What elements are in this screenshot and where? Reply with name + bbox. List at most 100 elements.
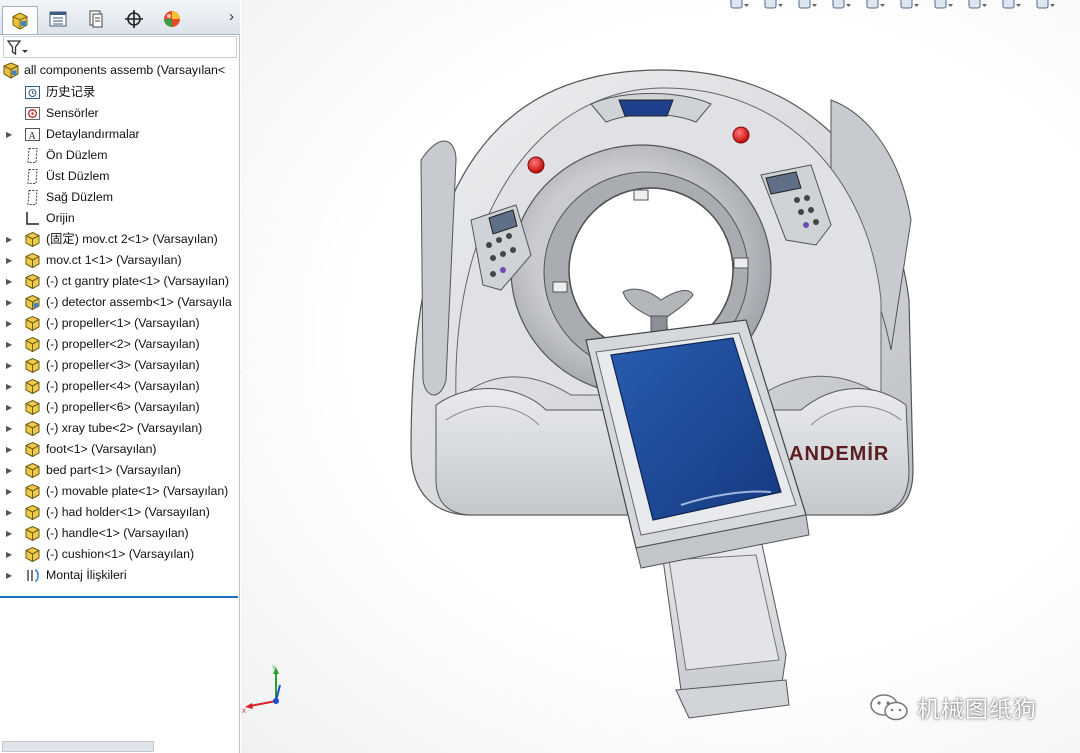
- tree-item-label: Montaj İlişkileri: [46, 568, 127, 582]
- expand-arrow-icon[interactable]: ▶: [6, 460, 14, 481]
- tree-item-label: (-) propeller<3> (Varsayılan): [46, 358, 200, 372]
- brand-label: ANDEMİR: [789, 442, 889, 465]
- tree-item-label: (-) xray tube<2> (Varsayılan): [46, 421, 203, 435]
- tree-item-label: Ön Düzlem: [46, 148, 108, 162]
- expand-arrow-icon[interactable]: ▶: [6, 334, 14, 355]
- tree-item[interactable]: ▶ (-) propeller<4> (Varsayılan): [0, 376, 240, 397]
- tree-item-label: Detaylandırmalar: [46, 127, 140, 141]
- tree-item[interactable]: ▶ (-) ct gantry plate<1> (Varsayılan): [0, 271, 240, 292]
- tree-item-label: 历史记录: [46, 85, 96, 99]
- tab-configuration-manager[interactable]: [78, 6, 114, 32]
- tree-item[interactable]: Ön Düzlem: [0, 145, 240, 166]
- expand-arrow-icon[interactable]: ▶: [6, 565, 14, 586]
- tree-item[interactable]: ▶ (-) movable plate<1> (Varsayılan): [0, 481, 240, 502]
- chevron-right-icon[interactable]: ›: [229, 8, 234, 25]
- part-icon: [25, 546, 40, 563]
- tab-display-manager[interactable]: [154, 6, 190, 32]
- tree-item[interactable]: ▶ foot<1> (Varsayılan): [0, 439, 240, 460]
- expand-arrow-icon[interactable]: ▶: [6, 544, 14, 565]
- tree-item[interactable]: ▶ Montaj İlişkileri: [0, 565, 240, 586]
- tree-item-label: (-) propeller<6> (Varsayılan): [46, 400, 200, 414]
- subassembly-icon: [25, 294, 40, 311]
- tree-item[interactable]: ▶ (-) propeller<3> (Varsayılan): [0, 355, 240, 376]
- annotation-icon: A: [25, 128, 40, 142]
- tree-item-label: (-) propeller<2> (Varsayılan): [46, 337, 200, 351]
- history-icon: [25, 86, 40, 99]
- tree-item[interactable]: ▶ A Detaylandırmalar: [0, 124, 240, 145]
- origin-icon: [26, 212, 39, 225]
- graphics-area[interactable]: ANDEMİR Y X 机械图纸狗: [241, 0, 1080, 753]
- tree-root[interactable]: all components assemb (Varsayılan<: [0, 60, 240, 81]
- svg-text:X: X: [242, 709, 246, 715]
- feature-manager-panel: › all components assemb (Varsayılan< 历史记…: [0, 0, 240, 753]
- expand-arrow-icon[interactable]: ▶: [6, 229, 14, 250]
- filter-icon: [7, 40, 28, 56]
- tree-item[interactable]: ▶ (-) detector assemb<1> (Varsayıla: [0, 292, 240, 313]
- tree-filter-bar[interactable]: [3, 36, 237, 58]
- tree-item-label: Sağ Düzlem: [46, 190, 113, 204]
- tree-item[interactable]: ▶ (-) had holder<1> (Varsayılan): [0, 502, 240, 523]
- plane-icon: [27, 169, 38, 184]
- part-icon: [25, 273, 40, 290]
- expand-arrow-icon[interactable]: ▶: [6, 439, 14, 460]
- tree-item[interactable]: ▶ (-) propeller<2> (Varsayılan): [0, 334, 240, 355]
- tree-item-label: Orijin: [46, 211, 75, 225]
- tree-item[interactable]: Orijin: [0, 208, 240, 229]
- svg-text:A: A: [29, 131, 37, 142]
- expand-arrow-icon[interactable]: ▶: [6, 397, 14, 418]
- part-icon: [25, 315, 40, 332]
- tab-property-manager[interactable]: [40, 6, 76, 32]
- crosshair-icon: [125, 10, 143, 28]
- expand-arrow-icon[interactable]: ▶: [6, 355, 14, 376]
- assembly-icon: [3, 62, 19, 79]
- part-icon: [25, 336, 40, 353]
- reference-triad-icon: Y X: [242, 666, 281, 715]
- tree-item[interactable]: Üst Düzlem: [0, 166, 240, 187]
- mates-icon: [27, 569, 39, 582]
- tree-item[interactable]: ▶ (固定) mov.ct 2<1> (Varsayılan): [0, 229, 240, 250]
- appearance-ball-icon: [164, 11, 180, 27]
- tree-item[interactable]: ▶ bed part<1> (Varsayılan): [0, 460, 240, 481]
- expand-arrow-icon[interactable]: ▶: [6, 292, 14, 313]
- tab-dimxpert-manager[interactable]: [116, 6, 152, 32]
- expand-arrow-icon[interactable]: ▶: [6, 313, 14, 334]
- expand-arrow-icon[interactable]: ▶: [6, 124, 14, 145]
- svg-text:Y: Y: [272, 666, 276, 672]
- tab-feature-manager[interactable]: [2, 6, 38, 34]
- tree-item[interactable]: ▶ (-) propeller<1> (Varsayılan): [0, 313, 240, 334]
- tree-item-label: bed part<1> (Varsayılan): [46, 463, 182, 477]
- part-icon: [25, 441, 40, 458]
- tree-item-label: (-) detector assemb<1> (Varsayıla: [46, 295, 232, 309]
- part-icon: [25, 231, 40, 248]
- tree-item-label: mov.ct 1<1> (Varsayılan): [46, 253, 182, 267]
- tree-item[interactable]: ▶ mov.ct 1<1> (Varsayılan): [0, 250, 240, 271]
- expand-arrow-icon[interactable]: ▶: [6, 271, 14, 292]
- tree-item-label: (-) movable plate<1> (Varsayılan): [46, 484, 229, 498]
- tree-item[interactable]: ▶ (-) cushion<1> (Varsayılan): [0, 544, 240, 565]
- expand-arrow-icon[interactable]: ▶: [6, 481, 14, 502]
- plane-icon: [27, 148, 38, 163]
- tree-item-label: Sensörler: [46, 106, 99, 120]
- tree-item[interactable]: ▶ (-) xray tube<2> (Varsayılan): [0, 418, 240, 439]
- tree-item-label: Üst Düzlem: [46, 169, 110, 183]
- horizontal-scrollbar[interactable]: [2, 741, 154, 752]
- expand-arrow-icon[interactable]: ▶: [6, 502, 14, 523]
- expand-arrow-icon[interactable]: ▶: [6, 250, 14, 271]
- assembly-cube-icon: [12, 11, 28, 30]
- expand-arrow-icon[interactable]: ▶: [6, 523, 14, 544]
- tree-item[interactable]: Sağ Düzlem: [0, 187, 240, 208]
- expand-arrow-icon[interactable]: ▶: [6, 418, 14, 439]
- tree-item[interactable]: 历史记录: [0, 82, 240, 103]
- part-icon: [25, 357, 40, 374]
- wechat-icon: [870, 694, 908, 721]
- tree-item-label: (-) propeller<4> (Varsayılan): [46, 379, 200, 393]
- watermark: 机械图纸狗: [869, 690, 1037, 724]
- tree-item[interactable]: ▶ (-) handle<1> (Varsayılan): [0, 523, 240, 544]
- tree-item-label: (-) had holder<1> (Varsayılan): [46, 505, 210, 519]
- expand-arrow-icon[interactable]: ▶: [6, 376, 14, 397]
- configuration-icon: [89, 10, 103, 28]
- tree-item[interactable]: Sensörler: [0, 103, 240, 124]
- tree-item-label: (-) propeller<1> (Varsayılan): [46, 316, 200, 330]
- tree-item[interactable]: ▶ (-) propeller<6> (Varsayılan): [0, 397, 240, 418]
- part-icon: [25, 420, 40, 437]
